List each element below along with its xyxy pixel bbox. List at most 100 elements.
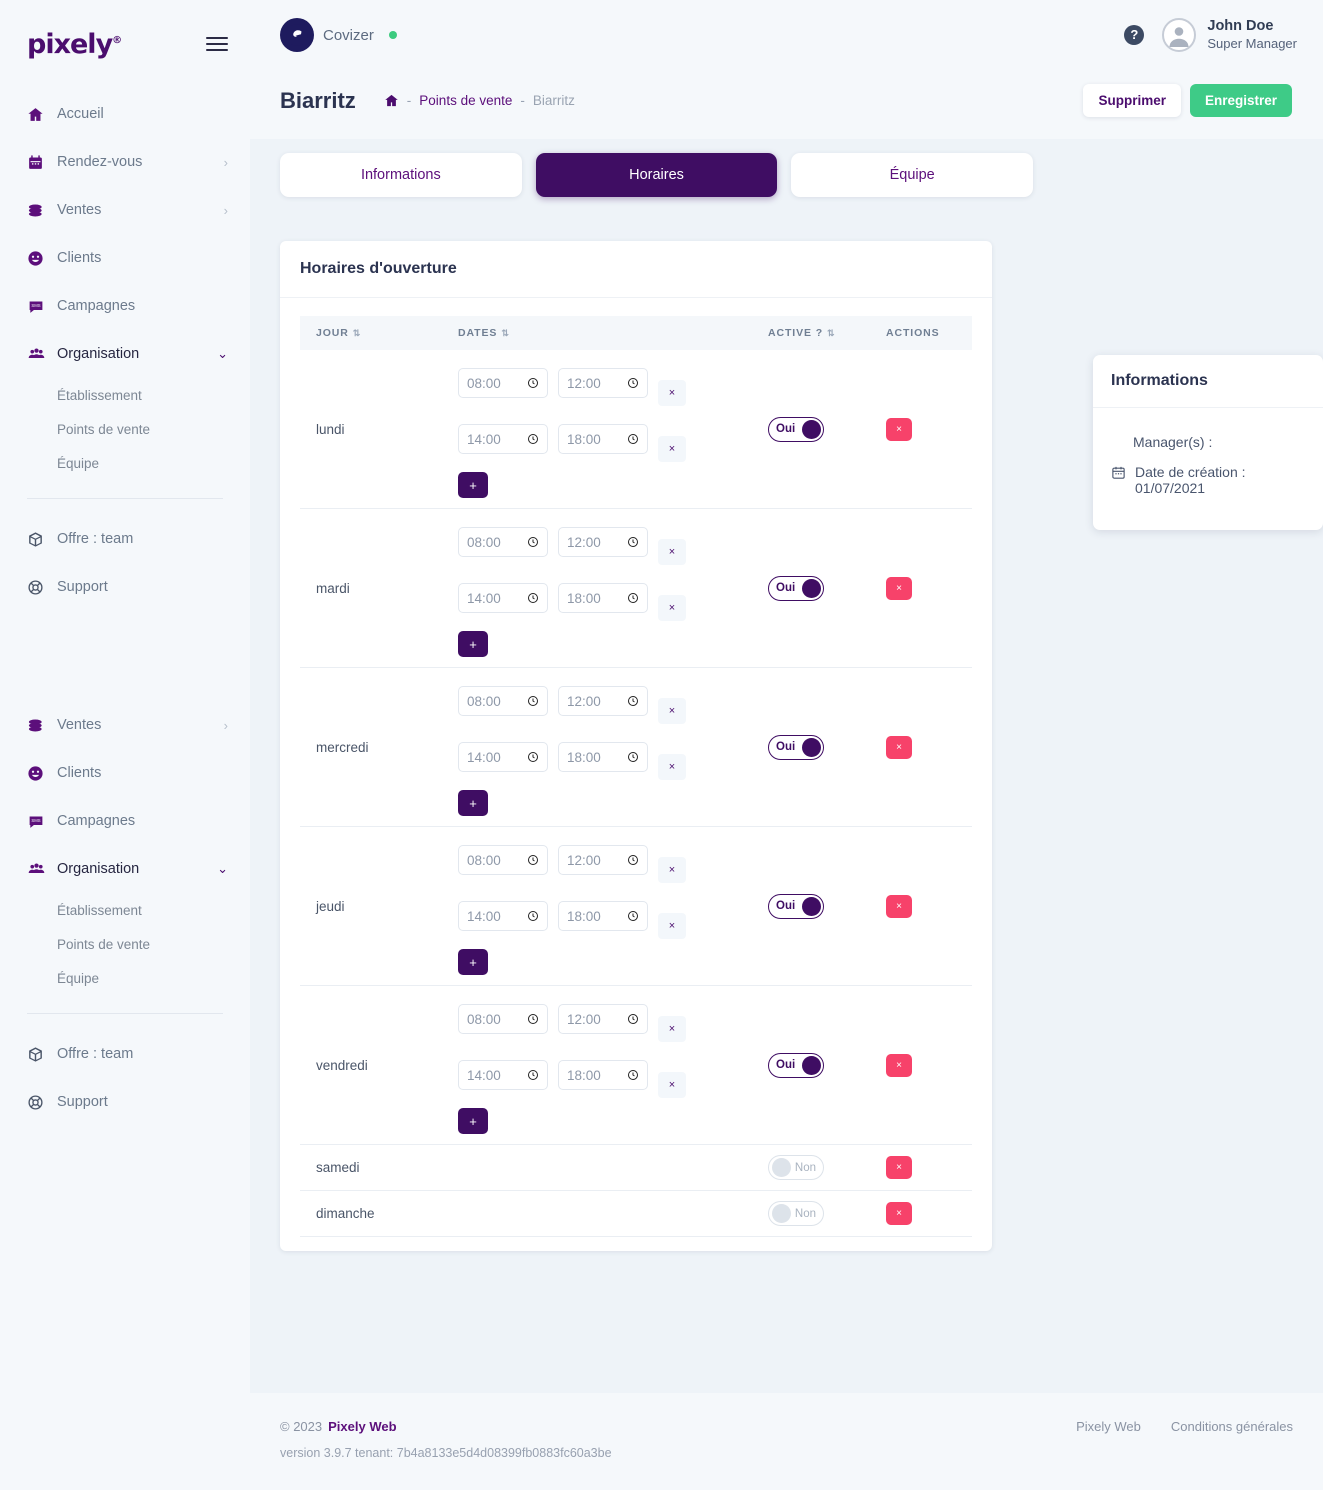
- sidebar-item-offre-2[interactable]: Offre : team: [0, 1030, 250, 1078]
- remove-slot-button[interactable]: ×: [658, 380, 686, 406]
- sidebar-subitem-equipe[interactable]: Équipe: [0, 446, 250, 480]
- delete-button[interactable]: Supprimer: [1083, 84, 1181, 117]
- sort-icon[interactable]: ⇅: [501, 328, 509, 338]
- footer-link-conditions[interactable]: Conditions générales: [1171, 1419, 1293, 1434]
- sidebar-item-clients[interactable]: Clients: [0, 234, 250, 282]
- active-toggle[interactable]: Oui: [768, 1052, 824, 1078]
- sidebar-item-support-2[interactable]: Support: [0, 1078, 250, 1126]
- remove-slot-button[interactable]: ×: [658, 539, 686, 565]
- add-slot-button[interactable]: +: [458, 631, 488, 657]
- tab-informations[interactable]: Informations: [280, 153, 522, 197]
- active-toggle[interactable]: Oui: [768, 734, 824, 760]
- add-slot-button[interactable]: +: [458, 472, 488, 498]
- sidebar-item-support[interactable]: Support: [0, 563, 250, 611]
- time-input-end[interactable]: 12:00: [558, 368, 648, 398]
- sidebar-subitem-points-de-vente[interactable]: Points de vente: [0, 412, 250, 446]
- delete-row-button[interactable]: ×: [886, 576, 912, 600]
- sort-icon[interactable]: ⇅: [353, 328, 361, 338]
- user-menu[interactable]: John Doe Super Manager: [1162, 17, 1297, 52]
- sidebar-item-ventes[interactable]: Ventes ›: [0, 186, 250, 234]
- sidebar-item-clients-2[interactable]: Clients: [0, 749, 250, 797]
- save-button[interactable]: Enregistrer: [1189, 84, 1292, 117]
- time-input-start[interactable]: 08:00: [458, 1004, 548, 1034]
- add-slot-button[interactable]: +: [458, 949, 488, 975]
- sidebar-item-organisation-2[interactable]: Organisation ⌄: [0, 845, 250, 893]
- footer-copy-year: © 2023: [280, 1419, 323, 1434]
- column-header-jour[interactable]: Jour ⇅: [300, 316, 452, 350]
- sidebar-item-offre[interactable]: Offre : team: [0, 515, 250, 563]
- remove-slot-button[interactable]: ×: [658, 436, 686, 462]
- time-input-start[interactable]: 08:00: [458, 686, 548, 716]
- active-toggle[interactable]: Oui: [768, 416, 824, 442]
- time-input-start[interactable]: 08:00: [458, 368, 548, 398]
- clock-icon: [627, 592, 639, 604]
- time-input-end[interactable]: 12:00: [558, 686, 648, 716]
- time-slot: 14:00 18:00 ×: [458, 575, 756, 621]
- column-header-active[interactable]: Active ? ⇅: [762, 316, 880, 350]
- delete-row-button[interactable]: ×: [886, 894, 912, 918]
- remove-slot-button[interactable]: ×: [658, 857, 686, 883]
- time-input-end[interactable]: 18:00: [558, 1060, 648, 1090]
- time-input-start[interactable]: 14:00: [458, 742, 548, 772]
- delete-row-button[interactable]: ×: [886, 735, 912, 759]
- breadcrumb-link-points-de-vente[interactable]: Points de vente: [419, 93, 512, 108]
- time-input-start[interactable]: 08:00: [458, 527, 548, 557]
- time-input-start[interactable]: 14:00: [458, 583, 548, 613]
- add-slot-button[interactable]: +: [458, 790, 488, 816]
- sidebar-subitem-etablissement[interactable]: Établissement: [0, 378, 250, 412]
- sort-icon[interactable]: ⇅: [827, 328, 835, 338]
- remove-slot-button[interactable]: ×: [658, 595, 686, 621]
- home-icon[interactable]: [384, 93, 399, 108]
- sidebar-item-rendez-vous[interactable]: Rendez-vous ›: [0, 138, 250, 186]
- hamburger-icon[interactable]: [206, 33, 228, 55]
- time-input-end[interactable]: 12:00: [558, 527, 648, 557]
- delete-row-button[interactable]: ×: [886, 417, 912, 441]
- sidebar-item-campagnes-2[interactable]: SMS Campagnes: [0, 797, 250, 845]
- time-input-start[interactable]: 14:00: [458, 901, 548, 931]
- delete-row-button[interactable]: ×: [886, 1156, 912, 1179]
- box-icon: [27, 1046, 57, 1063]
- time-input-end[interactable]: 12:00: [558, 1004, 648, 1034]
- remove-slot-button[interactable]: ×: [658, 913, 686, 939]
- active-toggle[interactable]: Non: [768, 1201, 824, 1226]
- add-slot-button[interactable]: +: [458, 1108, 488, 1134]
- tab-equipe[interactable]: Équipe: [791, 153, 1034, 197]
- sidebar-item-ventes-2[interactable]: Ventes ›: [0, 701, 250, 749]
- table-head: Jour ⇅ Dates ⇅ Active ? ⇅ Actions: [300, 316, 972, 350]
- active-toggle[interactable]: Oui: [768, 893, 824, 919]
- time-input-start[interactable]: 14:00: [458, 1060, 548, 1090]
- time-input-end[interactable]: 18:00: [558, 901, 648, 931]
- help-icon[interactable]: ?: [1124, 24, 1145, 45]
- time-input-end[interactable]: 18:00: [558, 742, 648, 772]
- remove-slot-button[interactable]: ×: [658, 1016, 686, 1042]
- delete-row-button[interactable]: ×: [886, 1053, 912, 1077]
- remove-slot-button[interactable]: ×: [658, 698, 686, 724]
- active-toggle[interactable]: Non: [768, 1155, 824, 1180]
- sidebar-subitem-equipe-2[interactable]: Équipe: [0, 961, 250, 995]
- time-value: 14:00: [467, 749, 501, 765]
- active-toggle[interactable]: Oui: [768, 575, 824, 601]
- tenant-brand[interactable]: Covizer: [280, 18, 397, 52]
- sidebar-item-campagnes[interactable]: SMS Campagnes: [0, 282, 250, 330]
- time-input-start[interactable]: 14:00: [458, 424, 548, 454]
- time-input-start[interactable]: 08:00: [458, 845, 548, 875]
- column-header-dates[interactable]: Dates ⇅: [452, 316, 762, 350]
- lifebuoy-icon: [27, 579, 57, 596]
- sidebar-subitem-etablissement-2[interactable]: Établissement: [0, 893, 250, 927]
- toggle-knob: [801, 1055, 821, 1075]
- sidebar-item-organisation[interactable]: Organisation ⌄: [0, 330, 250, 378]
- delete-row-button[interactable]: ×: [886, 1202, 912, 1225]
- tab-horaires[interactable]: Horaires: [535, 153, 778, 197]
- time-input-end[interactable]: 18:00: [558, 583, 648, 613]
- active-cell: Oui: [762, 350, 880, 509]
- sidebar-item-accueil[interactable]: Accueil: [0, 90, 250, 138]
- time-input-end[interactable]: 12:00: [558, 845, 648, 875]
- info-managers-row: Manager(s) :: [1111, 434, 1305, 450]
- tenant-name: Covizer: [323, 26, 374, 44]
- sidebar-item-label: Support: [57, 579, 108, 595]
- sidebar-subitem-points-de-vente-2[interactable]: Points de vente: [0, 927, 250, 961]
- footer-link-pixely-web[interactable]: Pixely Web: [1076, 1419, 1141, 1434]
- time-input-end[interactable]: 18:00: [558, 424, 648, 454]
- remove-slot-button[interactable]: ×: [658, 1072, 686, 1098]
- remove-slot-button[interactable]: ×: [658, 754, 686, 780]
